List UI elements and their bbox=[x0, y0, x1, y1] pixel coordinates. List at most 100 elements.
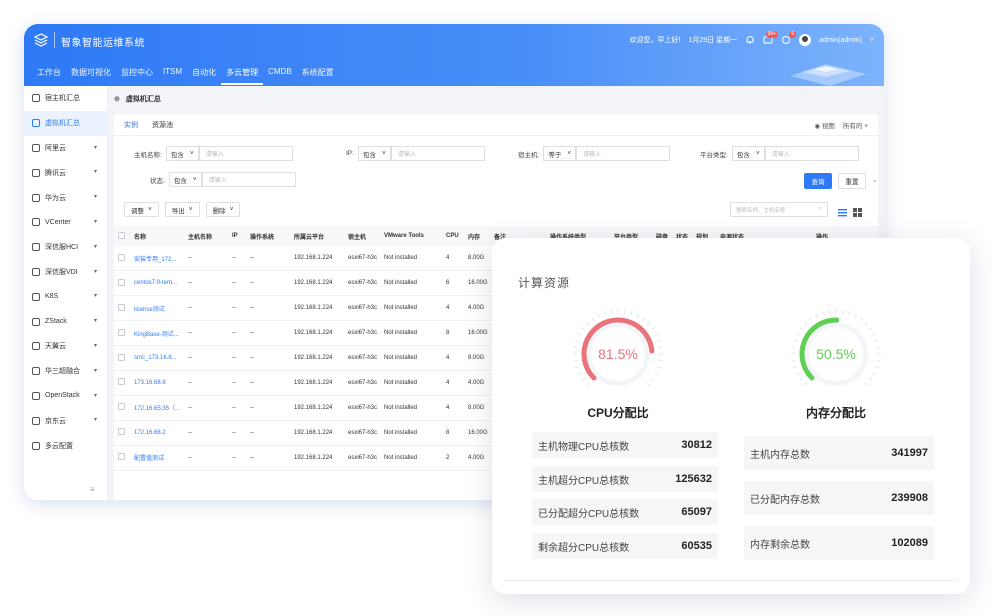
row-checkbox[interactable] bbox=[114, 321, 130, 346]
cell-host-name: -- bbox=[184, 246, 228, 271]
filter-operator-select[interactable]: 包含˅ bbox=[166, 146, 199, 161]
host-input[interactable]: 请输入 bbox=[576, 146, 670, 161]
column-header[interactable]: 内存 bbox=[464, 226, 490, 246]
sidebar-item-vcenter[interactable]: VCenter▾ bbox=[24, 210, 107, 235]
row-checkbox[interactable] bbox=[114, 395, 130, 420]
sidebar-item-host-summary[interactable]: 宿主机汇总 bbox=[24, 86, 107, 111]
export-button[interactable]: 导出˅ bbox=[165, 202, 200, 217]
column-header[interactable]: 操作系统 bbox=[246, 226, 290, 246]
row-checkbox[interactable] bbox=[114, 271, 130, 296]
filter-label: 平台类型: bbox=[700, 149, 728, 159]
filter-operator-select[interactable]: 包含˅ bbox=[732, 146, 765, 161]
collapse-sidebar-icon[interactable]: ≡ bbox=[90, 485, 95, 494]
search-button[interactable]: 查询 bbox=[804, 173, 832, 189]
ip-input[interactable]: 请输入 bbox=[391, 146, 485, 161]
filter-operator-select[interactable]: 包含˅ bbox=[169, 172, 202, 187]
vm-name-link[interactable]: license测试 bbox=[130, 296, 184, 321]
cell-host: esxi67-h3c bbox=[344, 271, 380, 296]
cell-vmware-tools: Not installed bbox=[380, 321, 442, 346]
nav-system-config[interactable]: 系统配置 bbox=[297, 65, 339, 85]
filter-operator-value: 包含 bbox=[737, 149, 750, 159]
sidebar-item-label: 腾讯云 bbox=[45, 168, 66, 178]
user-name[interactable]: admin(admin) bbox=[819, 37, 862, 44]
filter-operator-value: 等于 bbox=[548, 149, 561, 159]
vm-name-link[interactable]: centos7.9-tem... bbox=[130, 271, 184, 296]
grid-view-icon[interactable] bbox=[853, 204, 862, 213]
nav-automation[interactable]: 自动化 bbox=[187, 65, 221, 85]
chevron-down-icon[interactable]: ˅ bbox=[870, 37, 874, 44]
vm-name-link[interactable]: smc_173.16.6... bbox=[130, 346, 184, 371]
row-checkbox[interactable] bbox=[114, 370, 130, 395]
nav-itsm[interactable]: ITSM bbox=[158, 65, 187, 85]
column-header[interactable]: CPU bbox=[442, 226, 464, 246]
sidebar-item-sangfor-vdi[interactable]: 深信服VDI▾ bbox=[24, 260, 107, 285]
vm-name-link[interactable]: 173.16.68.8 bbox=[130, 370, 184, 395]
sidebar-item-aliyun[interactable]: 阿里云▾ bbox=[24, 136, 107, 161]
select-all-checkbox[interactable] bbox=[114, 226, 130, 246]
sidebar-item-tianyi[interactable]: 天翼云▾ bbox=[24, 334, 107, 359]
column-header[interactable]: 主机名称 bbox=[184, 226, 228, 246]
sidebar-item-openstack[interactable]: OpenStack▾ bbox=[24, 384, 107, 409]
search-icon[interactable]: ⌕ bbox=[819, 206, 822, 213]
grid-icon bbox=[32, 442, 40, 450]
tab-resource-pool[interactable]: 资源池 bbox=[152, 120, 173, 136]
status-input[interactable]: 请输入 bbox=[202, 172, 296, 187]
row-checkbox[interactable] bbox=[114, 445, 130, 470]
cell-cloud: 192.168.1.224 bbox=[290, 445, 344, 470]
filter-label: 宿主机: bbox=[518, 149, 539, 159]
column-header[interactable]: 宿主机 bbox=[344, 226, 380, 246]
vm-name-link[interactable]: 172.16.65.35（... bbox=[130, 395, 184, 420]
alert-icon[interactable]: 6 bbox=[781, 35, 791, 45]
vm-name-link[interactable]: KingBase-测试... bbox=[130, 321, 184, 346]
sidebar-item-multicloud-config[interactable]: 多云配置 bbox=[24, 433, 107, 458]
row-checkbox[interactable] bbox=[114, 246, 130, 271]
row-checkbox[interactable] bbox=[114, 296, 130, 321]
chevron-down-icon: ▾ bbox=[94, 292, 97, 299]
sidebar-item-sangfor-hci[interactable]: 深信服HCI▾ bbox=[24, 235, 107, 260]
sidebar-item-huawei[interactable]: 华为云▾ bbox=[24, 185, 107, 210]
nav-cmdb[interactable]: CMDB bbox=[263, 65, 297, 85]
sidebar-item-tencent[interactable]: 腾讯云▾ bbox=[24, 160, 107, 185]
column-header[interactable]: IP bbox=[228, 226, 246, 246]
cell-cpu: 4 bbox=[442, 370, 464, 395]
vm-name-link[interactable]: 172.16.68.2 bbox=[130, 420, 184, 445]
sidebar-item-jdcloud[interactable]: 京东云▾ bbox=[24, 408, 107, 433]
platform-input[interactable]: 请输入 bbox=[765, 146, 859, 161]
delete-button[interactable]: 删除˅ bbox=[206, 202, 241, 217]
compute-resources-card: 计算资源 81.5% CPU分配比 50.5% 内存分配比 主机物理CPU总核数… bbox=[492, 238, 970, 594]
nav-monitoring[interactable]: 监控中心 bbox=[116, 65, 158, 85]
row-checkbox[interactable] bbox=[114, 346, 130, 371]
avatar[interactable] bbox=[799, 34, 811, 46]
host-name-input[interactable]: 请输入 bbox=[199, 146, 293, 161]
nav-workbench[interactable]: 工作台 bbox=[32, 65, 66, 85]
nav-visualization[interactable]: 数据可视化 bbox=[66, 65, 116, 85]
sidebar-item-k8s[interactable]: K8S▾ bbox=[24, 284, 107, 309]
eye-icon[interactable]: ◉ 视图 bbox=[814, 120, 834, 130]
view-select[interactable]: 所有的 ˅ bbox=[843, 120, 868, 130]
memory-stat-total: 主机内存总数 341997 bbox=[744, 436, 934, 470]
date-text: 1月29日 星期一 bbox=[688, 35, 737, 45]
row-checkbox[interactable] bbox=[114, 420, 130, 445]
column-header[interactable]: 所属云平台 bbox=[290, 226, 344, 246]
sidebar-item-label: 深信服HCI bbox=[45, 242, 78, 252]
filter-operator-select[interactable]: 包含˅ bbox=[358, 146, 391, 161]
nav-multicloud[interactable]: 多云管理 bbox=[221, 65, 263, 85]
vm-name-link[interactable]: 安装专用_172... bbox=[130, 246, 184, 271]
table-search-input[interactable]: 搜索名称、主机名称 ⌕ bbox=[730, 202, 828, 217]
vm-name-link[interactable]: 配置值测试 bbox=[130, 445, 184, 470]
sidebar-item-zstack[interactable]: ZStack▾ bbox=[24, 309, 107, 334]
list-view-icon[interactable] bbox=[838, 204, 847, 213]
adjust-button[interactable]: 调整˅ bbox=[124, 202, 159, 217]
sidebar-item-vm-summary[interactable]: 虚拟机汇总 bbox=[24, 111, 107, 136]
message-icon[interactable]: 99+ bbox=[763, 35, 773, 45]
tab-instances[interactable]: 实例 bbox=[124, 120, 138, 136]
bell-icon[interactable] bbox=[745, 35, 755, 45]
double-chevron-down-icon[interactable]: ⌄ bbox=[872, 176, 878, 184]
sidebar-item-h3c[interactable]: 华三超融合▾ bbox=[24, 359, 107, 384]
filter-operator-select[interactable]: 等于˅ bbox=[543, 146, 576, 161]
reset-button[interactable]: 重置 bbox=[838, 173, 866, 189]
cpu-stat-remaining: 剩余超分CPU总核数 60535 bbox=[532, 533, 718, 559]
cell-memory: 8.00G bbox=[464, 346, 490, 371]
column-header[interactable]: 名称 bbox=[130, 226, 184, 246]
column-header[interactable]: VMware Tools bbox=[380, 226, 442, 246]
